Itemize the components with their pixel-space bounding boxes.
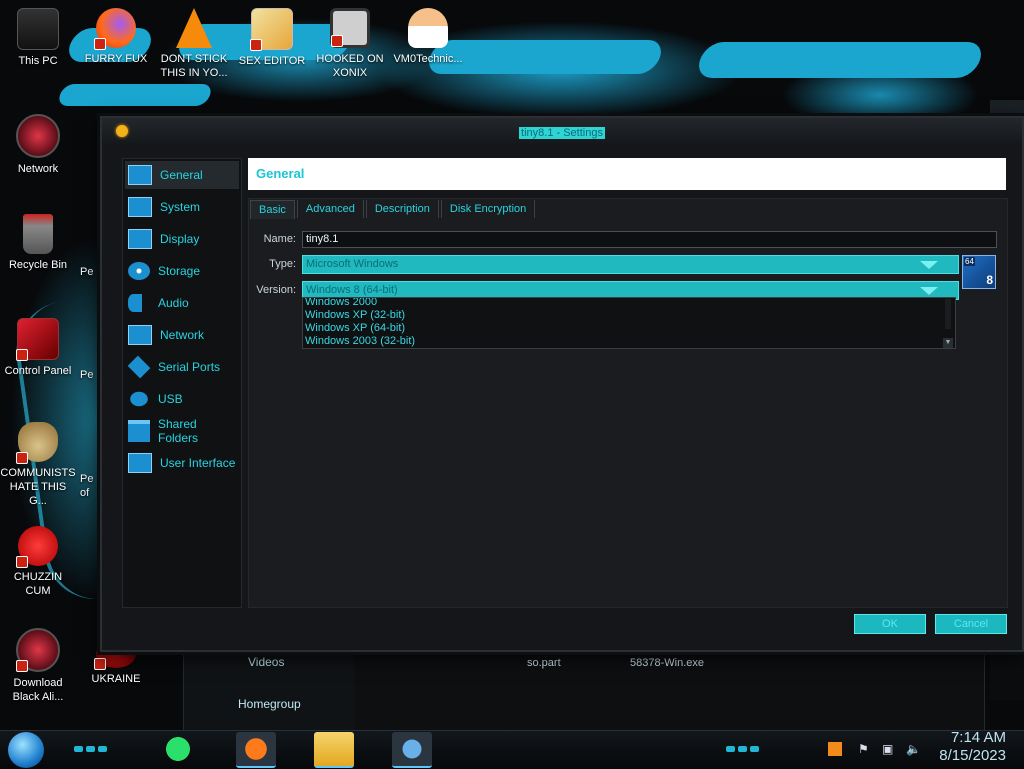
title-bar[interactable]: tiny8.1 - Settings <box>102 118 1022 144</box>
chevron-down-icon <box>920 287 938 295</box>
taskbar: ⚑ ▣ 🔈 7:14 AM 8/15/2023 <box>0 729 1024 769</box>
tab-basic[interactable]: Basic <box>250 200 295 219</box>
partial-label: of <box>80 487 90 499</box>
flag-icon[interactable]: ⚑ <box>858 742 869 756</box>
partial-label: Pe <box>80 369 94 381</box>
version-dropdown-list: Windows 2000 Windows XP (32-bit) Windows… <box>302 297 956 349</box>
sidebar-item-display[interactable]: Display <box>125 225 239 253</box>
clock-time: 7:14 AM <box>950 729 1006 746</box>
file-explorer-icon[interactable] <box>314 732 354 768</box>
version-label: Version: <box>256 284 296 296</box>
dropdown-option[interactable]: Windows XP (32-bit) <box>305 309 405 321</box>
network-orb-icon <box>16 114 60 158</box>
window-title: tiny8.1 - Settings <box>519 127 605 139</box>
vlc-cone-icon <box>176 8 212 48</box>
desktop-icon-network[interactable]: Network <box>0 114 76 176</box>
desktop-icon-hxd[interactable]: SEX EDITOR <box>234 8 310 68</box>
network-icon[interactable]: ▣ <box>882 742 893 756</box>
nav-item-videos[interactable]: Videos <box>248 655 284 669</box>
taskbar-decoration <box>74 741 110 752</box>
tab-disk-encryption[interactable]: Disk Encryption <box>440 200 536 218</box>
desktop-icon-xonix[interactable]: HOOKED ON XONIX <box>312 8 388 80</box>
sidebar-item-serial-ports[interactable]: Serial Ports <box>125 353 239 381</box>
display-icon <box>128 229 152 249</box>
settings-window: tiny8.1 - Settings General System Displa… <box>100 116 1024 652</box>
type-select[interactable]: Microsoft Windows <box>302 255 959 274</box>
sidebar-item-storage[interactable]: Storage <box>125 257 239 285</box>
firefox-icon <box>94 8 136 50</box>
tab-bar: Basic Advanced Description Disk Encrypti… <box>250 200 537 220</box>
serial-port-icon <box>127 355 151 379</box>
network-icon <box>128 325 152 345</box>
section-header: General <box>248 158 1006 190</box>
clock-date: 8/15/2023 <box>939 747 1006 764</box>
computer-icon <box>17 8 59 50</box>
download-orb-icon <box>16 628 60 672</box>
dropdown-option[interactable]: Windows 2000 <box>305 298 377 308</box>
partial-label: Pe <box>80 473 94 485</box>
sublime-icon[interactable] <box>828 742 842 756</box>
file-explorer-window: Videos Homegroup so.part 58378-Win.exe <box>183 648 985 732</box>
scroll-down-arrow-icon[interactable]: ▼ <box>943 338 953 348</box>
recycle-bin-icon <box>23 214 53 254</box>
desktop-icon-this-pc[interactable]: This PC <box>0 8 76 68</box>
sidebar-item-system[interactable]: System <box>125 193 239 221</box>
xonix-game-icon <box>330 8 370 48</box>
firefox-icon[interactable] <box>236 732 276 768</box>
dropdown-scrollbar[interactable]: ▼ <box>943 298 953 348</box>
scrollbar-thumb[interactable] <box>945 299 951 329</box>
sidebar-item-usb[interactable]: USB <box>125 385 239 413</box>
cancel-button[interactable]: Cancel <box>935 614 1007 634</box>
spotify-icon[interactable] <box>158 732 198 766</box>
sidebar-item-user-interface[interactable]: User Interface <box>125 449 239 477</box>
tab-description[interactable]: Description <box>365 200 439 218</box>
desktop-icon-vlc[interactable]: DONT STICK THIS IN YO... <box>156 8 232 80</box>
sidebar-item-shared-folders[interactable]: Shared Folders <box>125 417 239 445</box>
volume-icon[interactable]: 🔈 <box>906 742 921 756</box>
sidebar-item-general[interactable]: General <box>125 161 239 189</box>
usb-icon <box>130 391 148 407</box>
name-input[interactable]: tiny8.1 <box>302 231 997 248</box>
name-label: Name: <box>263 233 296 245</box>
money-bag-icon <box>16 422 58 464</box>
type-label: Type: <box>269 258 296 270</box>
nav-item-homegroup[interactable]: Homegroup <box>238 697 301 711</box>
desktop-icon-communists[interactable]: COMMUNISTS HATE THIS G... <box>0 422 76 508</box>
desktop-icon-control-panel[interactable]: Control Panel <box>0 318 76 378</box>
hxd-icon <box>250 8 293 51</box>
desktop-icon-chuzzin[interactable]: CHUZZIN CUM <box>0 526 76 598</box>
disc-icon <box>128 262 150 280</box>
ok-button[interactable]: OK <box>854 614 926 634</box>
sidebar-item-network[interactable]: Network <box>125 321 239 349</box>
dropdown-option[interactable]: Windows XP (64-bit) <box>305 322 405 334</box>
desktop-icon-download[interactable]: Download Black Ali... <box>0 628 76 704</box>
tab-advanced[interactable]: Advanced <box>296 200 364 218</box>
settings-sidebar: General System Display Storage Audio Net… <box>122 158 242 608</box>
system-clock[interactable]: 7:14 AM 8/15/2023 <box>939 729 1006 765</box>
control-panel-icon <box>16 318 59 361</box>
chuzzle-icon <box>16 526 58 568</box>
desktop-icon-firefox[interactable]: FURRY FUX <box>78 8 154 66</box>
chip-icon <box>128 197 152 217</box>
folder-icon <box>128 420 150 442</box>
speaker-icon <box>128 294 142 312</box>
sidebar-item-audio[interactable]: Audio <box>125 289 239 317</box>
file-name[interactable]: so.part <box>527 657 561 669</box>
desktop-icon-vm0[interactable]: VM0Technic... <box>390 8 466 66</box>
chevron-down-icon <box>920 261 938 269</box>
doctor-avatar-icon <box>408 8 448 48</box>
partial-label: Pe <box>80 266 94 278</box>
section-title: General <box>256 166 305 181</box>
file-name[interactable]: 58378-Win.exe <box>630 657 704 669</box>
explorer-nav-pane: Videos Homegroup <box>184 649 354 731</box>
taskbar-decoration <box>726 741 762 752</box>
desktop-icon-recycle-bin[interactable]: Recycle Bin <box>0 214 76 272</box>
monitor-icon <box>128 165 152 185</box>
dropdown-option[interactable]: Windows 2003 (32-bit) <box>305 335 415 347</box>
virtualbox-icon[interactable] <box>392 732 432 768</box>
window-icon <box>128 453 152 473</box>
os-type-icon: 64 8 <box>962 255 996 289</box>
start-button[interactable] <box>8 732 44 768</box>
